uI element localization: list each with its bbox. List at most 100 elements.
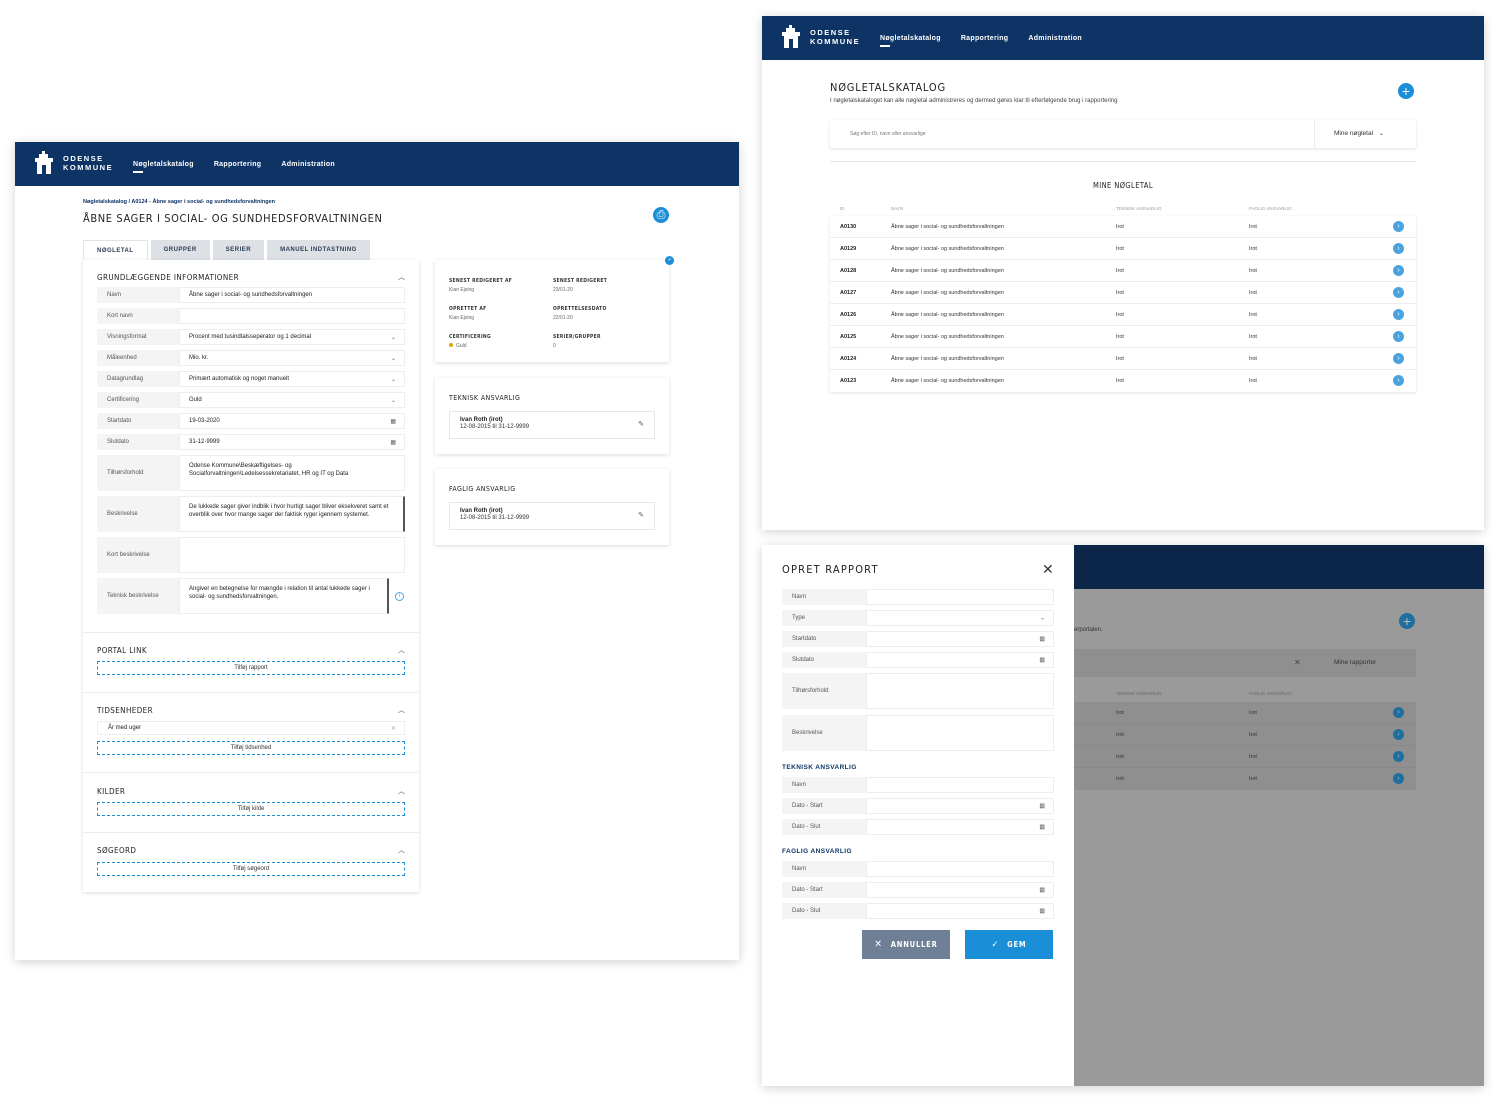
calendar-icon[interactable]: ▦ xyxy=(1039,657,1045,664)
meta-label: SENEST REDIGERET AF xyxy=(449,278,513,284)
row-id: A0123 xyxy=(840,378,857,384)
column-header[interactable]: TEKNISK ANSVARLIG xyxy=(1116,206,1162,211)
report-type-select[interactable]: ⌄ xyxy=(866,610,1054,626)
breadcrumb[interactable]: Nøgletalskatalog / A0124 - Åbne sager i … xyxy=(83,199,275,205)
chevron-right-icon[interactable]: › xyxy=(1393,287,1404,298)
row-prof: Irot xyxy=(1249,334,1257,340)
calendar-icon[interactable]: ▦ xyxy=(390,418,396,425)
report-end-date-input[interactable]: ▦ xyxy=(866,652,1054,668)
calendar-icon[interactable]: ▦ xyxy=(1039,636,1045,643)
chevron-right-icon[interactable]: › xyxy=(1393,331,1404,342)
data-basis-select[interactable]: Primært automatisk og noget manuelt ⌄ xyxy=(179,371,405,387)
chevron-down-icon: ⌄ xyxy=(390,397,396,404)
pencil-icon[interactable]: ✎ xyxy=(638,420,644,428)
start-date-field[interactable]: 19-03-2020 ▦ xyxy=(179,413,405,429)
search-input[interactable]: Søg efter ID, navn eller ansvarlige xyxy=(850,131,926,137)
info-icon[interactable]: i xyxy=(395,592,404,601)
tab-grupper[interactable]: GRUPPER xyxy=(150,240,210,260)
column-header[interactable]: FAGLIG ANSVARLIG xyxy=(1249,206,1292,211)
collapse-chevron-icon[interactable]: ︿ xyxy=(398,845,405,855)
nav-rapportering[interactable]: Rapportering xyxy=(214,161,262,168)
unit-select[interactable]: Mio. kr. ⌄ xyxy=(179,350,405,366)
table-row[interactable]: A0127 Åbne sager i social- og sundhedsfor… xyxy=(830,282,1416,304)
short-name-field[interactable] xyxy=(179,308,405,324)
column-header[interactable]: ID xyxy=(840,206,845,211)
close-icon[interactable]: ✕ xyxy=(391,725,396,732)
table-row[interactable]: A0128 Åbne sager i social- og sundhedsfor… xyxy=(830,260,1416,282)
report-name-input[interactable] xyxy=(866,589,1054,605)
row-prof: Irot xyxy=(1249,290,1257,296)
add-keyword-button[interactable]: Tilføj søgeord xyxy=(97,862,405,876)
tech-person[interactable]: Ivan Roth (irot) 12-08-2015 til 31-12-99… xyxy=(449,411,655,439)
modal-backdrop[interactable]: + erportalen. ✕ Mine rapporter TEKNISK A… xyxy=(1074,545,1484,1086)
prof-start-date-input[interactable]: ▦ xyxy=(866,882,1054,898)
prof-end-date-input[interactable]: ▦ xyxy=(866,903,1054,919)
expand-icon[interactable]: » xyxy=(665,256,674,265)
report-affiliation-input[interactable] xyxy=(866,673,1054,709)
description-field[interactable]: De lukkede sager giver indblik i hvor hu… xyxy=(179,496,405,532)
calendar-icon[interactable]: ▦ xyxy=(1039,887,1045,894)
divider xyxy=(830,161,1416,162)
chevron-right-icon[interactable]: › xyxy=(1393,265,1404,276)
filter-dropdown[interactable]: Mine nøgletal ⌄ xyxy=(1334,130,1384,137)
calendar-icon[interactable]: ▦ xyxy=(1039,908,1045,915)
tech-name-input[interactable] xyxy=(866,777,1054,793)
tab-noegletal[interactable]: NØGLETAL xyxy=(83,240,148,260)
table-row[interactable]: A0130 Åbne sager i social- og sundhedsfor… xyxy=(830,216,1416,238)
meta-label: CERTIFICERING xyxy=(449,334,491,340)
calendar-icon[interactable]: ▦ xyxy=(1039,803,1045,810)
table-row[interactable]: A0126 Åbne sager i social- og sundhedsfor… xyxy=(830,304,1416,326)
tab-manuel-indtastning[interactable]: MANUEL INDTASTNING xyxy=(267,240,370,260)
row-name: Åbne sager i social- og sundhedsforvaltn… xyxy=(891,268,1004,274)
tech-end-date-input[interactable]: ▦ xyxy=(866,819,1054,835)
report-description-input[interactable] xyxy=(866,715,1054,751)
odense-logo[interactable]: ODENSE KOMMUNE xyxy=(780,24,860,50)
save-icon[interactable]: ⎙ xyxy=(653,207,669,223)
chevron-right-icon[interactable]: › xyxy=(1393,309,1404,320)
collapse-chevron-icon[interactable]: ︿ xyxy=(398,705,405,715)
table-row[interactable]: A0129 Åbne sager i social- og sundhedsfor… xyxy=(830,238,1416,260)
name-field[interactable]: Åbne sager i social- og sundhedsforvaltn… xyxy=(179,287,405,303)
chevron-right-icon[interactable]: › xyxy=(1393,353,1404,364)
nav-administration[interactable]: Administration xyxy=(281,161,335,168)
tab-serier[interactable]: SERIER xyxy=(212,240,265,260)
chevron-right-icon[interactable]: › xyxy=(1393,375,1404,386)
nav-noegletalskatalog[interactable]: Nøgletalskatalog xyxy=(133,161,194,173)
add-icon[interactable]: + xyxy=(1398,83,1414,99)
table-row[interactable]: A0124 Åbne sager i social- og sundhedsfor… xyxy=(830,348,1416,370)
nav-rapportering[interactable]: Rapportering xyxy=(961,35,1009,42)
certification-select[interactable]: Guld ⌄ xyxy=(179,392,405,408)
cancel-button[interactable]: ✕ ANNULLER xyxy=(862,930,950,959)
display-format-select[interactable]: Procent med tusindtalsseperator og 1 dec… xyxy=(179,329,405,345)
collapse-chevron-icon[interactable]: ︿ xyxy=(398,645,405,655)
collapse-chevron-icon[interactable]: ︿ xyxy=(398,272,405,282)
table-row[interactable]: A0123 Åbne sager i social- og sundhedsfor… xyxy=(830,370,1416,392)
odense-logo[interactable]: ODENSE KOMMUNE xyxy=(33,150,113,176)
person-name: Ivan Roth (irot) xyxy=(460,508,503,514)
add-source-button[interactable]: Tilføj kilde xyxy=(97,802,405,816)
table-row[interactable]: A0125 Åbne sager i social- og sundhedsfor… xyxy=(830,326,1416,348)
column-header[interactable]: NAVN xyxy=(891,206,903,211)
report-start-date-input[interactable]: ▦ xyxy=(866,631,1054,647)
calendar-icon[interactable]: ▦ xyxy=(1039,824,1045,831)
close-icon[interactable]: ✕ xyxy=(1042,561,1054,578)
technical-description-field[interactable]: Angiver en betegnelse for mængde i relat… xyxy=(179,578,389,614)
short-description-field[interactable] xyxy=(179,537,405,573)
bg-tech: Irot xyxy=(1116,776,1124,782)
pencil-icon[interactable]: ✎ xyxy=(638,511,644,519)
prof-name-input[interactable] xyxy=(866,861,1054,877)
collapse-chevron-icon[interactable]: ︿ xyxy=(398,786,405,796)
calendar-icon[interactable]: ▦ xyxy=(390,439,396,446)
end-date-field[interactable]: 31-12-9999 ▦ xyxy=(179,434,405,450)
save-button[interactable]: ✓ GEM xyxy=(965,930,1053,959)
chevron-right-icon[interactable]: › xyxy=(1393,221,1404,232)
nav-administration[interactable]: Administration xyxy=(1028,35,1082,42)
chevron-right-icon[interactable]: › xyxy=(1393,243,1404,254)
field-label: Kort navn xyxy=(97,308,179,324)
tech-start-date-input[interactable]: ▦ xyxy=(866,798,1054,814)
nav-noegletalskatalog[interactable]: Nøgletalskatalog xyxy=(880,35,941,47)
add-time-unit-button[interactable]: Tilføj tidsenhed xyxy=(97,741,405,755)
add-report-button[interactable]: Tilføj rapport xyxy=(97,661,405,675)
affiliation-field[interactable]: Odense Kommune\Beskæftigelses- og Social… xyxy=(179,455,405,491)
prof-person[interactable]: Ivan Roth (irot) 12-08-2015 til 31-12-99… xyxy=(449,502,655,530)
